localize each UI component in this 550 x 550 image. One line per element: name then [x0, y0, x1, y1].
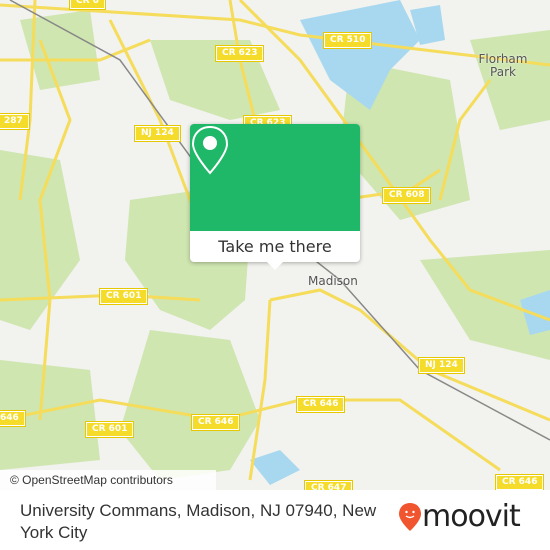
attribution[interactable]: © OpenStreetMap contributors	[0, 470, 216, 490]
place-label: Florham Park	[478, 52, 528, 79]
road-shield: CR 646	[295, 396, 346, 413]
take-me-there-button[interactable]: Take me there	[190, 231, 360, 262]
road-shield: CR 510	[322, 32, 373, 49]
road-shield: CR 646	[190, 414, 241, 431]
map[interactable]: CR 6 CR 623 CR 510 287 NJ 124 CR 623 CR …	[0, 0, 550, 490]
road-shield: CR 6	[69, 0, 106, 10]
moovit-logo: moovit	[398, 499, 521, 534]
road-shield: CR 647	[303, 480, 354, 490]
road-shield: CR 601	[84, 421, 135, 438]
place-label: Madison	[308, 274, 358, 288]
location-popup: Take me there	[190, 124, 360, 270]
footer: University Commans, Madison, NJ 07940, N…	[0, 490, 550, 550]
road-shield: CR 601	[98, 288, 149, 305]
road-shield: 646	[0, 410, 26, 427]
moovit-pin-icon	[399, 503, 421, 531]
address-text: University Commans, Madison, NJ 07940, N…	[20, 501, 377, 542]
road-shield: NJ 124	[418, 357, 465, 374]
popup-header	[190, 124, 360, 231]
logo-text: moovit	[422, 499, 521, 534]
popup-pointer	[267, 262, 283, 270]
road-shield: NJ 124	[134, 125, 181, 142]
road-shield: 287	[0, 113, 30, 130]
map-pin-icon	[191, 125, 229, 175]
road-shield: CR 608	[381, 187, 432, 204]
road-shield: CR 623	[214, 45, 265, 62]
road-shield: CR 646	[494, 474, 545, 490]
